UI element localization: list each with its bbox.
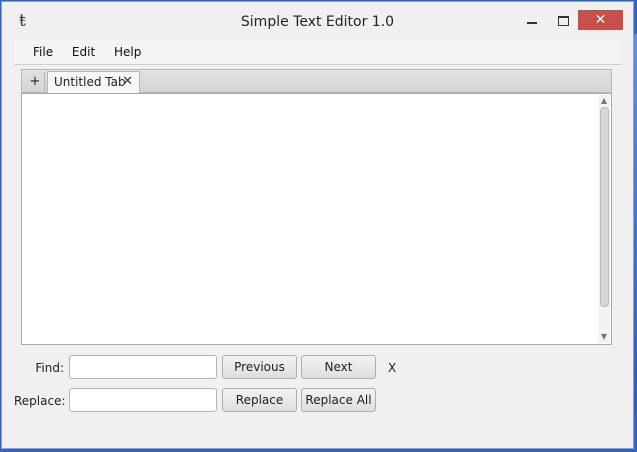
minimize-button[interactable] xyxy=(519,10,545,30)
replace-all-button[interactable]: Replace All xyxy=(301,388,376,412)
maximize-button[interactable] xyxy=(550,10,576,30)
scrollbar-thumb[interactable] xyxy=(600,107,609,307)
previous-button[interactable]: Previous xyxy=(222,355,297,379)
tab-label: Untitled Tab xyxy=(54,75,126,89)
next-button[interactable]: Next xyxy=(301,355,376,379)
replace-button[interactable]: Replace xyxy=(222,388,297,412)
maximize-icon xyxy=(557,15,569,26)
replace-label: Replace: xyxy=(14,394,66,408)
menu-bar: File Edit Help xyxy=(14,40,621,65)
replace-input[interactable] xyxy=(69,388,217,412)
add-tab-button[interactable]: + xyxy=(26,72,45,91)
tab-untitled[interactable]: Untitled Tab ✕ xyxy=(47,71,140,93)
scroll-up-arrow-icon[interactable]: ▲ xyxy=(598,95,610,107)
menu-file[interactable]: File xyxy=(33,40,53,64)
text-editor-area[interactable]: ▲ ▼ xyxy=(21,93,612,345)
close-window-button[interactable]: ✕ xyxy=(578,10,623,30)
scroll-down-arrow-icon[interactable]: ▼ xyxy=(598,331,610,343)
tab-bar: + Untitled Tab ✕ xyxy=(21,69,612,93)
minimize-icon xyxy=(527,21,537,24)
menu-edit[interactable]: Edit xyxy=(72,40,95,64)
close-find-button[interactable]: X xyxy=(388,361,396,375)
editor-content[interactable] xyxy=(26,96,595,342)
tab-close-icon[interactable]: ✕ xyxy=(122,72,133,92)
menu-help[interactable]: Help xyxy=(114,40,141,64)
title-bar[interactable]: ŧ Simple Text Editor 1.0 ✕ xyxy=(2,2,633,39)
close-icon: ✕ xyxy=(594,12,607,28)
vertical-scrollbar[interactable]: ▲ ▼ xyxy=(598,95,610,343)
find-input[interactable] xyxy=(69,355,217,379)
find-label: Find: xyxy=(35,361,64,375)
